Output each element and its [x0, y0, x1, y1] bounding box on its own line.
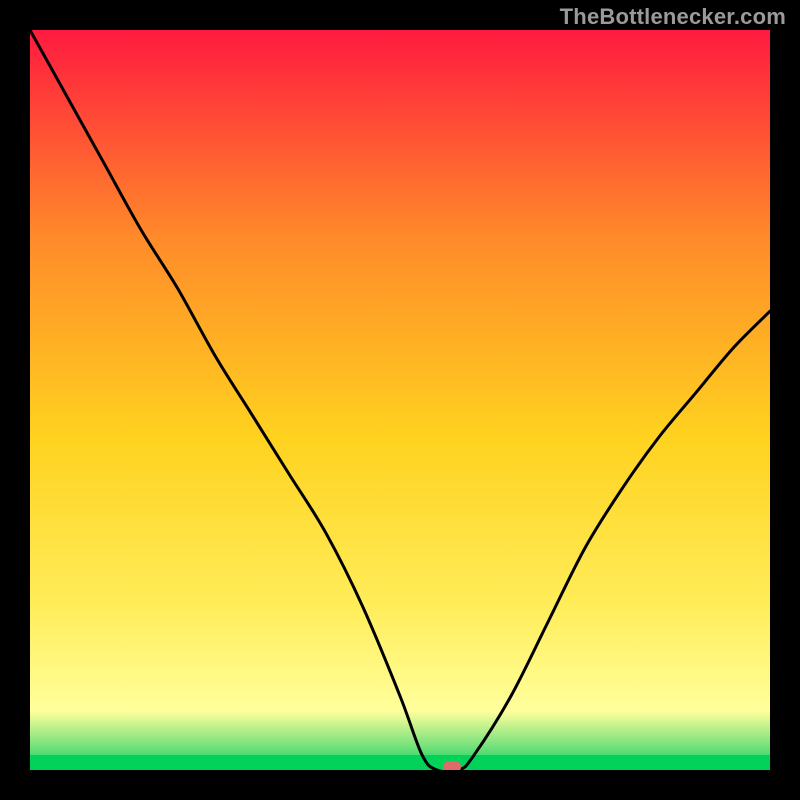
background-gradient: [30, 30, 770, 770]
plot-area: [30, 30, 770, 770]
green-baseline-band: [30, 755, 770, 770]
optimal-point-marker: [443, 761, 461, 770]
watermark-text: TheBottlenecker.com: [560, 4, 786, 30]
chart-frame: TheBottlenecker.com: [0, 0, 800, 800]
